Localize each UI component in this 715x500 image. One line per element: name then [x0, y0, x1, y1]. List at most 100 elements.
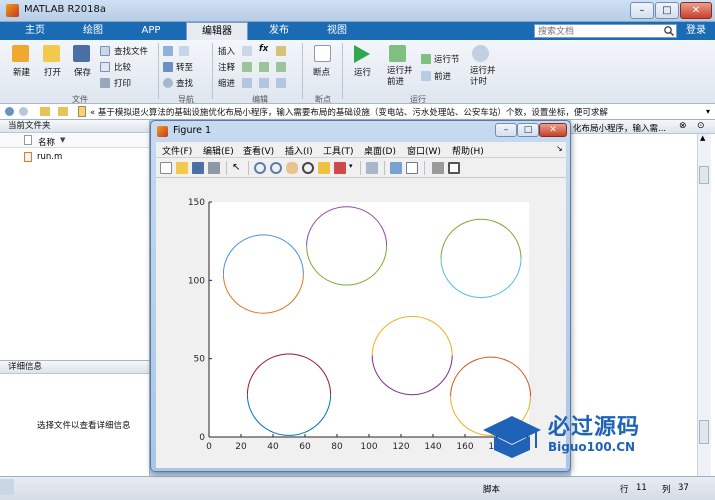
figure-maximize-button[interactable]: □ [517, 123, 539, 137]
scroll-thumb-lower[interactable] [699, 420, 709, 444]
tab-home[interactable]: 主页 [6, 22, 64, 40]
search-input[interactable] [534, 24, 677, 38]
pan-icon[interactable] [286, 162, 298, 174]
insert-colorbar-icon[interactable] [390, 162, 402, 174]
back-icon[interactable] [5, 107, 14, 116]
comment-icon[interactable] [242, 62, 252, 72]
find-button[interactable]: 查找 [176, 77, 193, 89]
chevron-down-icon[interactable]: ⊙ [697, 121, 705, 131]
toolbar-divider [384, 161, 385, 175]
scroll-up-icon[interactable]: ▲ [700, 134, 705, 142]
tab-editor[interactable]: 编辑器 [186, 22, 248, 40]
address-bar: « 基于模拟退火算法的基础设施优化布局小程序，输入需要布局的基础设施（变电站、污… [0, 104, 715, 120]
wrap-comment-icon[interactable] [276, 62, 286, 72]
show-plot-tools-icon[interactable] [448, 162, 460, 174]
hide-plot-tools-icon[interactable] [432, 162, 444, 174]
brush-icon[interactable] [334, 162, 346, 174]
x-tick-label: 20 [235, 442, 247, 452]
forward-arrow-icon[interactable] [179, 46, 189, 56]
comment-button[interactable]: 注释 [218, 61, 235, 73]
details-title: 详细信息 [0, 361, 149, 374]
current-folder-pane: 当前文件夹 名称 ▼ run.m [0, 120, 150, 360]
x-tick-label: 0 [206, 442, 212, 452]
open-file-icon[interactable] [176, 162, 188, 174]
smart-indent-icon[interactable] [242, 78, 252, 88]
chevron-down-icon[interactable]: ▾ [706, 107, 710, 116]
editor-tab-label[interactable]: 化布局小程序，输入需... [573, 122, 666, 134]
new-button[interactable]: 新建 [13, 66, 30, 78]
open-button[interactable]: 打开 [44, 66, 61, 78]
breakpoints-button[interactable]: 断点 [313, 66, 330, 78]
tab-view[interactable]: 视图 [308, 22, 366, 40]
close-icon[interactable]: ⊗ [679, 121, 687, 131]
new-icon [12, 45, 29, 62]
editor-scrollbar[interactable]: ▲ [697, 134, 711, 476]
toolbar-divider [424, 161, 425, 175]
insert-icon[interactable] [242, 46, 252, 56]
data-cursor-icon[interactable] [318, 162, 330, 174]
save-figure-icon[interactable] [192, 162, 204, 174]
run-and-advance-icon [389, 45, 406, 62]
name-column-header[interactable]: 名称 [38, 136, 55, 148]
search-icon[interactable] [663, 25, 675, 37]
dock-arrow-icon[interactable]: ↘ [556, 144, 563, 153]
menu-desktop[interactable]: 桌面(D) [364, 144, 396, 157]
tab-publish[interactable]: 发布 [250, 22, 308, 40]
back-arrow-icon[interactable] [163, 46, 173, 56]
rotate-3d-icon[interactable] [302, 162, 314, 174]
close-button[interactable]: ✕ [680, 2, 712, 19]
run-section-icon [421, 54, 431, 64]
x-tick-label: 80 [331, 442, 343, 452]
menu-tools[interactable]: 工具(T) [323, 144, 354, 157]
goto-button[interactable]: 转至 [176, 61, 193, 73]
chevron-down-icon[interactable]: ▾ [349, 162, 353, 170]
y-tick-label: 50 [194, 355, 206, 365]
fx-button[interactable]: fx [259, 44, 268, 54]
editor-ribbon: 新建 打开 保存 查找文件 比较 打印 文件 转至 查找 导航 插入 注释 缩进… [0, 40, 715, 104]
find-files-button[interactable]: 查找文件 [114, 45, 148, 57]
scroll-thumb[interactable] [699, 166, 709, 184]
forward-icon[interactable] [19, 107, 28, 116]
zoom-in-icon[interactable] [254, 162, 266, 174]
zoom-out-icon[interactable] [270, 162, 282, 174]
insert-cell-icon[interactable] [276, 46, 286, 56]
run-section-button[interactable]: 运行节 [434, 53, 460, 65]
tab-apps[interactable]: APP [122, 22, 180, 40]
uncomment-icon[interactable] [259, 62, 269, 72]
advance-button[interactable]: 前进 [434, 70, 451, 82]
menu-edit[interactable]: 编辑(E) [203, 144, 234, 157]
print-figure-icon[interactable] [208, 162, 220, 174]
figure-minimize-button[interactable]: – [495, 123, 517, 137]
run-and-time-button[interactable]: 运行并 计时 [470, 66, 496, 88]
link-plot-icon[interactable] [366, 162, 378, 174]
compare-icon [100, 62, 110, 72]
run-button[interactable]: 运行 [354, 66, 371, 78]
minimize-button[interactable]: – [630, 2, 654, 19]
insert-button[interactable]: 插入 [218, 45, 235, 57]
print-button[interactable]: 打印 [114, 77, 131, 89]
menu-view[interactable]: 查看(V) [243, 144, 274, 157]
sort-down-icon[interactable]: ▼ [60, 136, 65, 144]
new-figure-icon[interactable] [160, 162, 172, 174]
save-button[interactable]: 保存 [74, 66, 91, 78]
run-and-advance-button[interactable]: 运行并 前进 [387, 66, 413, 88]
menu-help[interactable]: 帮助(H) [452, 144, 484, 157]
insert-legend-icon[interactable] [406, 162, 418, 174]
increase-indent-icon[interactable] [259, 78, 269, 88]
decrease-indent-icon[interactable] [276, 78, 286, 88]
maximize-button[interactable]: □ [655, 2, 679, 19]
pointer-icon[interactable]: ↖ [232, 162, 244, 174]
tab-plots[interactable]: 绘图 [64, 22, 122, 40]
browse-folder-icon[interactable] [58, 107, 68, 116]
compare-button[interactable]: 比较 [114, 61, 131, 73]
folder-up-icon[interactable] [40, 107, 50, 116]
login-button[interactable]: 登录 [681, 24, 711, 38]
indent-button[interactable]: 缩进 [218, 77, 235, 89]
figure-close-button[interactable]: ✕ [539, 123, 567, 137]
current-path[interactable]: « 基于模拟退火算法的基础设施优化布局小程序，输入需要布局的基础设施（变电站、污… [90, 106, 608, 118]
menu-window[interactable]: 窗口(W) [407, 144, 441, 157]
run-and-time-icon [472, 45, 489, 62]
menu-file[interactable]: 文件(F) [162, 144, 192, 157]
menu-insert[interactable]: 插入(I) [285, 144, 313, 157]
file-row[interactable]: run.m [0, 150, 149, 164]
